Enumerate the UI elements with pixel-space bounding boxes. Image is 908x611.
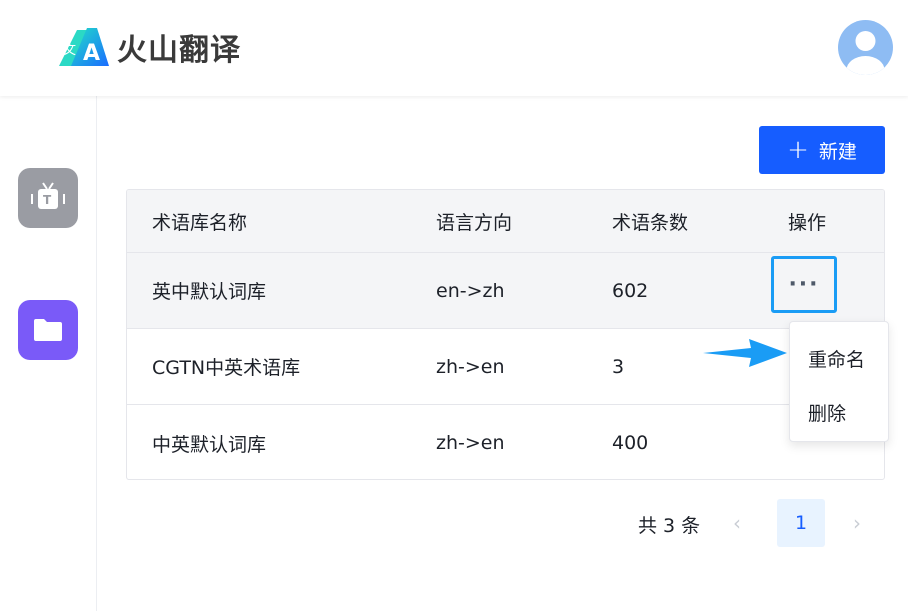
svg-text:文: 文	[63, 43, 76, 58]
sidebar-item-translate[interactable]: T	[18, 168, 78, 228]
svg-text:A: A	[83, 41, 100, 66]
logo-text: 火山翻译	[117, 33, 241, 68]
logo-icon: 文 A	[57, 24, 111, 70]
chevron-right-icon[interactable]: ›	[853, 511, 861, 535]
column-header-count: 术语条数	[612, 211, 689, 234]
termbase-table: 术语库名称 语言方向 术语条数 操作 英中默认词库 en->zh 602 CGT…	[126, 189, 885, 480]
table-header: 术语库名称 语言方向 术语条数 操作	[127, 190, 884, 253]
term-count: 3	[612, 355, 625, 378]
pagination-total: 共 3 条	[638, 515, 701, 537]
language-direction: zh->en	[436, 355, 505, 378]
top-bar: 文 A 火山翻译	[0, 0, 908, 96]
column-header-direction: 语言方向	[436, 211, 513, 234]
logo[interactable]: 文 A 火山翻译	[57, 24, 241, 70]
column-header-actions: 操作	[788, 211, 827, 234]
sidebar-item-termbase[interactable]	[18, 300, 78, 360]
svg-text:T: T	[43, 193, 52, 207]
table-row[interactable]: 中英默认词库 zh->en 400	[127, 405, 884, 479]
folder-icon	[34, 319, 62, 341]
term-count: 602	[612, 279, 649, 302]
ellipsis-icon: ···	[788, 272, 820, 297]
actions-dropdown-menu: 重命名 删除	[789, 321, 889, 442]
termbase-name: CGTN中英术语库	[152, 357, 301, 379]
user-avatar[interactable]	[838, 20, 893, 75]
language-direction: en->zh	[436, 279, 505, 302]
tv-translate-icon: T	[31, 182, 65, 209]
language-direction: zh->en	[436, 432, 505, 454]
new-button-label: 新建	[818, 140, 857, 163]
more-actions-button[interactable]: ···	[771, 256, 837, 313]
pointer-arrow-icon	[703, 339, 787, 367]
plus-icon: +	[787, 135, 809, 165]
termbase-name: 英中默认词库	[152, 281, 267, 303]
column-header-name: 术语库名称	[152, 211, 248, 234]
new-termbase-button[interactable]: + 新建	[759, 126, 885, 174]
menu-item-delete[interactable]: 删除	[808, 399, 846, 426]
pagination-page-1[interactable]: 1	[777, 499, 825, 547]
chevron-left-icon[interactable]: ‹	[733, 511, 741, 535]
sidebar: T	[0, 96, 97, 611]
menu-item-rename[interactable]: 重命名	[808, 345, 865, 372]
termbase-name: 中英默认词库	[152, 433, 267, 456]
user-icon	[846, 31, 885, 75]
term-count: 400	[612, 432, 649, 454]
